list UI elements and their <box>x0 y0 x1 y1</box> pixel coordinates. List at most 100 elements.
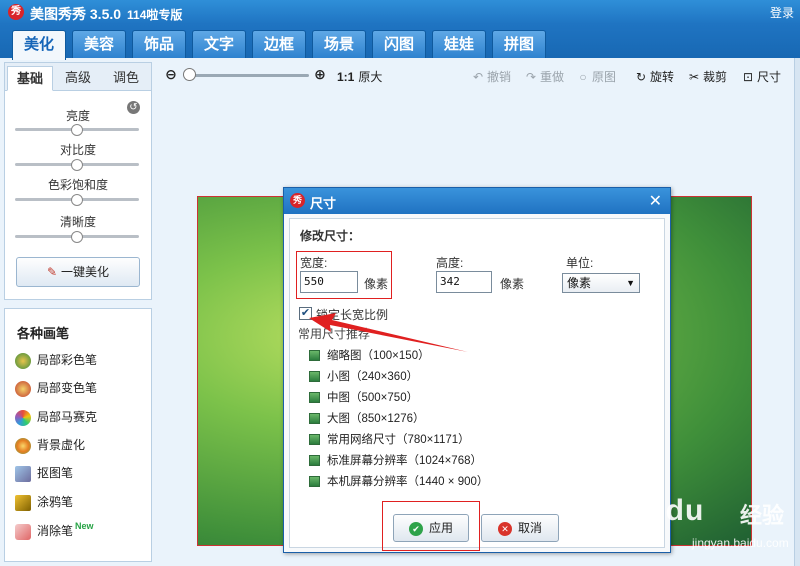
unit-label: 单位: <box>566 256 594 270</box>
sharpness-label: 清晰度 <box>59 215 96 229</box>
brush-label: 局部变色笔 <box>37 381 98 395</box>
tab-doll[interactable]: 娃娃 <box>432 30 486 58</box>
apply-button[interactable]: ✔ 应用 <box>393 514 469 542</box>
mosaic-icon <box>15 409 31 426</box>
image-toolbar: ⊖ ⊕ 1:1 原大 ↶ 撤销 ↷ 重做 ○ 原图 ↻ 旋转 ✂ 裁剪 ⊡ 尺寸 <box>155 58 800 94</box>
brush-panel: 各种画笔 局部彩色笔 局部变色笔 局部马赛克 背景虚化 抠图笔 涂鸦笔 消除笔 N… <box>4 308 152 562</box>
tab-collage[interactable]: 拼图 <box>492 30 546 58</box>
resize-label: 尺寸 <box>757 70 782 84</box>
brush-local-mosaic[interactable]: 局部马赛克 <box>15 408 97 426</box>
redo-label: 重做 <box>540 70 565 84</box>
restore-icon: ○ <box>579 70 587 84</box>
magic-wand-icon: ✎ <box>46 265 58 279</box>
tab-text[interactable]: 文字 <box>192 30 246 58</box>
brush-cutout[interactable]: 抠图笔 <box>15 464 73 482</box>
tab-color[interactable]: 调色 <box>103 66 149 91</box>
brush-label: 局部彩色笔 <box>37 353 98 367</box>
eraser-icon <box>15 523 31 540</box>
brush-label: 消除笔 <box>37 524 74 538</box>
saturation-slider-handle[interactable] <box>71 194 83 206</box>
redo-button[interactable]: ↷ 重做 <box>524 68 564 85</box>
undo-label: 撤销 <box>487 70 512 84</box>
brush-panel-title: 各种画笔 <box>17 326 70 341</box>
sharpness-slider-handle[interactable] <box>71 231 83 243</box>
app-edition: 114啦专版 <box>127 8 183 22</box>
main-tab-bar: 美化 美容 饰品 文字 边框 场景 闪图 娃娃 拼图 <box>0 24 800 60</box>
lock-ratio-checkbox[interactable]: ✔ <box>299 307 312 320</box>
presets-title: 常用尺寸推荐 <box>298 327 371 341</box>
preset-label: 常用网络尺寸（780×1171） <box>327 434 470 446</box>
undo-button[interactable]: ↶ 撤销 <box>471 68 511 85</box>
preset-item[interactable]: 常用网络尺寸（780×1171） <box>309 431 470 447</box>
zoom-slider-handle[interactable] <box>183 68 196 81</box>
dialog-title: 尺寸 <box>310 196 337 211</box>
baidu-watermark: Baidu 经验 jingyan.baidu.com <box>612 482 800 566</box>
login-link[interactable]: 登录 <box>770 4 794 21</box>
preset-item[interactable]: 缩略图（100×150） <box>309 347 430 363</box>
image-icon <box>309 413 320 425</box>
new-badge: New <box>75 521 94 531</box>
image-icon <box>309 350 320 362</box>
tab-accessories[interactable]: 饰品 <box>132 30 186 58</box>
close-icon[interactable]: ✕ <box>649 191 662 211</box>
restore-original-button[interactable]: ○ 原图 <box>576 68 616 85</box>
preset-item[interactable]: 小图（240×360） <box>309 368 418 384</box>
resize-button[interactable]: ⊡ 尺寸 <box>741 68 781 85</box>
redo-icon: ↷ <box>525 70 537 84</box>
adjust-tab-bar: 基础 高级 调色 <box>5 63 151 91</box>
rotate-button[interactable]: ↻ 旋转 <box>634 68 674 85</box>
preset-label: 本机屏幕分辨率（1440 × 900） <box>327 476 489 488</box>
title-bar: 秀 美图秀秀 3.5.0 114啦专版 登录 <box>0 0 800 24</box>
dialog-title-bar: 秀 尺寸 ✕ <box>284 188 670 214</box>
preset-item[interactable]: 本机屏幕分辨率（1440 × 900） <box>309 473 488 489</box>
zoom-out-icon[interactable]: ⊖ <box>163 67 179 83</box>
cancel-button[interactable]: ✕ 取消 <box>481 514 559 542</box>
actual-size-button[interactable]: 1:1 原大 <box>337 68 382 85</box>
tab-beautify[interactable]: 美化 <box>12 30 66 60</box>
watermark-cn: 经验 <box>740 503 785 528</box>
preset-item[interactable]: 标准屏幕分辨率（1024×768） <box>309 452 482 468</box>
tab-basic[interactable]: 基础 <box>7 66 53 91</box>
tab-flash[interactable]: 闪图 <box>372 30 426 58</box>
preset-label: 中图（500×750） <box>327 392 419 404</box>
app-name: 美图秀秀 3.5.0 <box>30 6 122 22</box>
cancel-label: 取消 <box>517 521 542 535</box>
tab-frame[interactable]: 边框 <box>252 30 306 58</box>
preset-item[interactable]: 中图（500×750） <box>309 389 418 405</box>
brightness-slider-handle[interactable] <box>71 124 83 136</box>
width-input[interactable]: 550 <box>300 271 358 293</box>
image-icon <box>309 371 320 383</box>
resize-icon: ⊡ <box>742 70 754 84</box>
doodle-pen-icon <box>15 494 31 511</box>
brush-label: 涂鸦笔 <box>37 495 74 509</box>
height-label: 高度: <box>436 256 464 270</box>
color-brush-icon <box>15 352 31 369</box>
section-title: 修改尺寸： <box>300 229 361 243</box>
tab-advanced[interactable]: 高级 <box>55 66 101 91</box>
unit-select[interactable]: 像素 ▼ <box>562 273 640 293</box>
basic-adjust-panel: 基础 高级 调色 ↺ 亮度 对比度 色彩饱和度 清晰度 ✎ 一键美化 <box>4 62 152 300</box>
brush-background-blur[interactable]: 背景虚化 <box>15 436 85 454</box>
brush-doodle[interactable]: 涂鸦笔 <box>15 493 73 511</box>
one-click-beautify-label: 一键美化 <box>61 265 110 279</box>
preset-label: 大图（850×1276） <box>327 413 425 425</box>
dialog-body: 修改尺寸： 宽度: 550 像素 高度: 342 像素 单位: 像素 ▼ ✔ 锁定… <box>289 218 665 551</box>
crop-button[interactable]: ✂ 裁剪 <box>687 68 727 85</box>
tab-beauty[interactable]: 美容 <box>72 30 126 58</box>
tab-scene[interactable]: 场景 <box>312 30 366 58</box>
height-unit: 像素 <box>500 277 525 291</box>
height-input[interactable]: 342 <box>436 271 492 293</box>
brush-eraser[interactable]: 消除笔 New <box>15 521 94 540</box>
unit-select-value: 像素 <box>567 276 592 290</box>
original-size-label: 原大 <box>358 70 383 84</box>
one-click-beautify-button[interactable]: ✎ 一键美化 <box>16 257 140 287</box>
zoom-in-icon[interactable]: ⊕ <box>312 67 328 83</box>
undo-icon: ↶ <box>472 70 484 84</box>
dialog-logo-icon: 秀 <box>290 193 305 208</box>
brush-local-recolor[interactable]: 局部变色笔 <box>15 379 97 397</box>
rotate-label: 旋转 <box>650 70 675 84</box>
zoom-slider-track[interactable] <box>185 74 309 77</box>
contrast-slider-handle[interactable] <box>71 159 83 171</box>
preset-item[interactable]: 大图（850×1276） <box>309 410 425 426</box>
brush-local-color[interactable]: 局部彩色笔 <box>15 351 97 369</box>
